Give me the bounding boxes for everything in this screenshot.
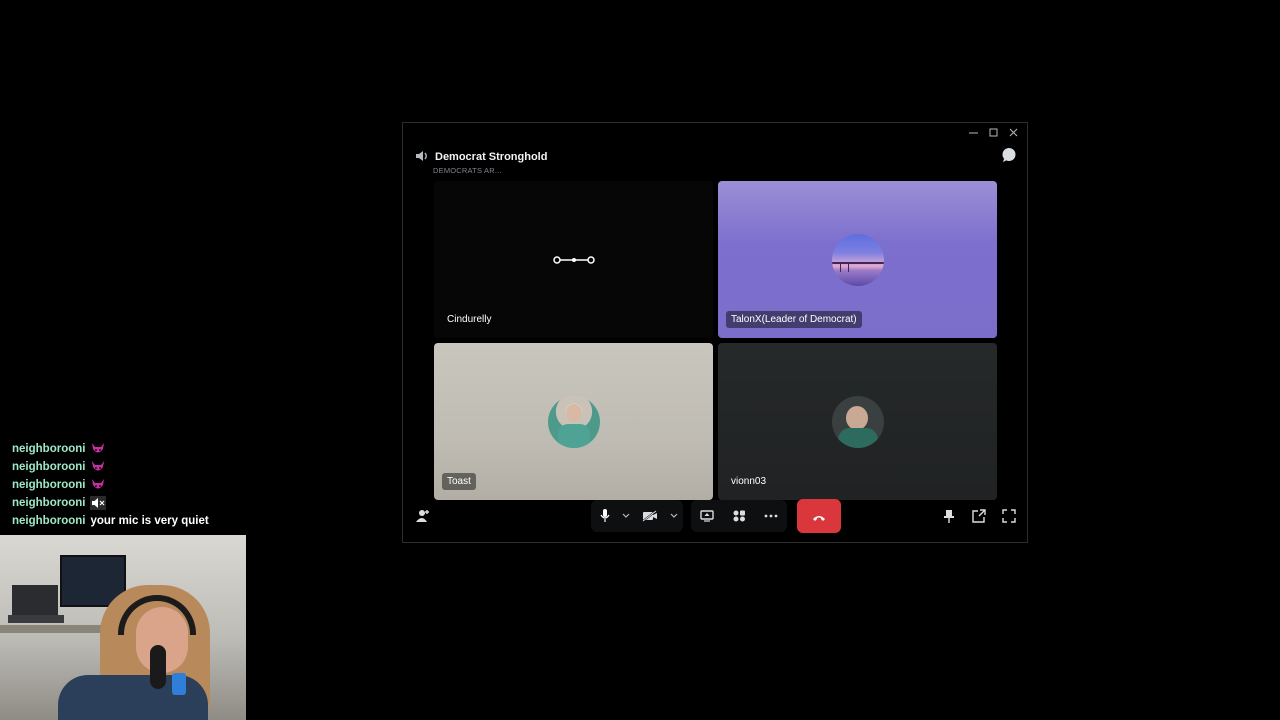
fullscreen-icon[interactable] xyxy=(999,501,1019,531)
call-controls xyxy=(403,499,1027,535)
close-icon[interactable] xyxy=(1005,126,1021,138)
add-user-icon[interactable] xyxy=(413,501,433,531)
muted-speaker-icon xyxy=(90,496,107,510)
chat-text: your mic is very quiet xyxy=(90,515,209,527)
microphone-icon[interactable] xyxy=(591,500,619,532)
chat-username: neighborooni xyxy=(12,461,86,473)
call-window: Democrat Stronghold DEMOCRATS AR... Cind… xyxy=(402,122,1028,543)
camera-off-icon[interactable] xyxy=(633,500,667,532)
share-controls xyxy=(691,500,787,532)
pin-icon[interactable] xyxy=(939,501,959,531)
chat-username: neighborooni xyxy=(12,497,86,509)
microphone-shape xyxy=(150,645,166,689)
screen-share-icon[interactable] xyxy=(691,500,723,532)
channel-status: DEMOCRATS AR... xyxy=(433,166,502,175)
can-shape xyxy=(172,673,186,695)
laptop-shape xyxy=(12,585,58,617)
voice-channel-icon xyxy=(415,147,429,166)
avatar xyxy=(831,233,884,286)
chat-icon[interactable] xyxy=(1001,147,1017,167)
chat-username: neighborooni xyxy=(12,443,86,455)
channel-header: Democrat Stronghold xyxy=(415,147,547,166)
chat-message: neighborooni your mic is very quiet xyxy=(12,512,209,530)
avatar xyxy=(547,395,600,448)
avatar xyxy=(831,395,884,448)
view-controls xyxy=(939,501,1019,531)
phone-hangup-icon xyxy=(812,507,826,526)
channel-name: Democrat Stronghold xyxy=(435,150,548,163)
devil-emote-icon xyxy=(90,478,106,492)
window-controls xyxy=(965,126,1021,138)
more-icon[interactable] xyxy=(755,500,787,532)
participant-name: Toast xyxy=(442,473,476,490)
chat-username: neighborooni xyxy=(12,515,86,527)
chat-message: neighborooni xyxy=(12,440,209,458)
chat-message: neighborooni xyxy=(12,458,209,476)
popout-icon[interactable] xyxy=(969,501,989,531)
connecting-icon xyxy=(552,250,596,270)
devil-emote-icon xyxy=(90,442,106,456)
chevron-down-icon[interactable] xyxy=(667,500,681,532)
participant-tile[interactable]: Cindurelly xyxy=(434,181,713,338)
participant-name: TalonX(Leader of Democrat) xyxy=(726,311,862,328)
disconnect-button[interactable] xyxy=(797,499,841,533)
devil-emote-icon xyxy=(90,460,106,474)
minimize-icon[interactable] xyxy=(965,126,981,138)
stream-chat: neighborooni neighborooni neighborooni n… xyxy=(12,440,209,530)
participant-tile[interactable]: Toast xyxy=(434,343,713,500)
webcam-feed xyxy=(0,535,246,720)
audio-video-controls xyxy=(591,500,683,532)
activities-icon[interactable] xyxy=(723,500,755,532)
chevron-down-icon[interactable] xyxy=(619,500,633,532)
participant-tile[interactable]: TalonX(Leader of Democrat) xyxy=(718,181,997,338)
chat-message: neighborooni xyxy=(12,494,209,512)
participant-name: Cindurelly xyxy=(447,314,492,325)
maximize-icon[interactable] xyxy=(985,126,1001,138)
keyboard-shape xyxy=(8,615,64,623)
chat-username: neighborooni xyxy=(12,479,86,491)
chat-message: neighborooni xyxy=(12,476,209,494)
participant-tile[interactable]: vionn03 xyxy=(718,343,997,500)
participant-name: vionn03 xyxy=(731,476,767,487)
